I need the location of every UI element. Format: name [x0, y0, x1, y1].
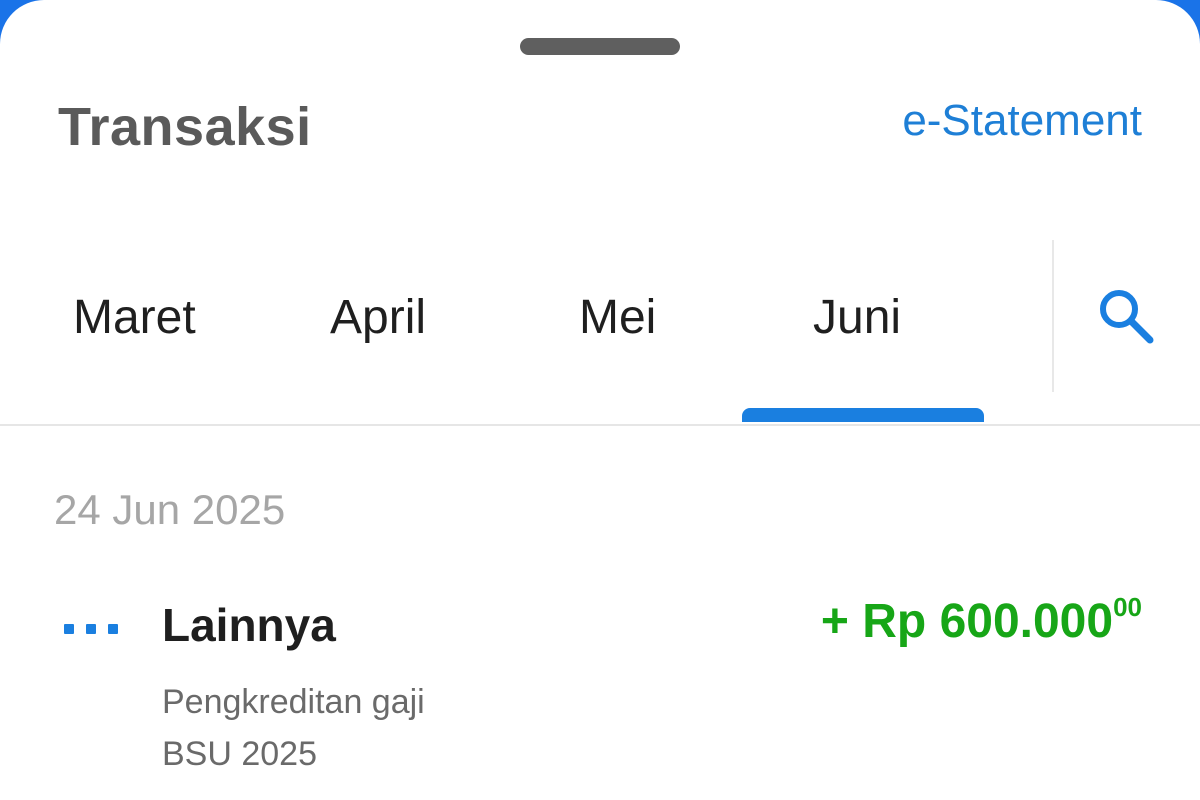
- transaction-description-line2: BSU 2025: [162, 735, 317, 773]
- transactions-sheet: Transaksi e-Statement Maret April Mei Ju…: [0, 0, 1200, 800]
- transaction-row[interactable]: Lainnya Pengkreditan gaji BSU 2025 + Rp …: [0, 580, 1200, 780]
- drag-handle[interactable]: [520, 38, 680, 55]
- transaction-category: Lainnya: [162, 599, 336, 651]
- e-statement-link[interactable]: e-Statement: [902, 96, 1142, 146]
- transaction-amount-decimals: 00: [1113, 592, 1142, 622]
- tab-juni[interactable]: Juni: [813, 290, 901, 345]
- search-button[interactable]: [1094, 284, 1158, 348]
- transaction-amount-main: + Rp 600.000: [820, 595, 1114, 648]
- transaction-description: Pengkreditan gaji BSU 2025: [162, 676, 582, 780]
- tab-maret[interactable]: Maret: [73, 290, 196, 345]
- transaction-description-line1: Pengkreditan gaji: [162, 683, 425, 721]
- more-dots-icon: [64, 624, 124, 636]
- tab-mei[interactable]: Mei: [579, 290, 656, 345]
- tab-april[interactable]: April: [330, 290, 426, 345]
- page-title: Transaksi: [58, 97, 312, 157]
- selected-tab-indicator: [742, 408, 984, 422]
- search-icon: [1100, 290, 1154, 344]
- transaction-date-header: 24 Jun 2025: [54, 486, 286, 533]
- month-tabs: Maret April Mei Juni: [0, 240, 1200, 426]
- tab-divider: [1052, 240, 1054, 392]
- transaction-amount: + Rp 600.00000: [820, 592, 1142, 649]
